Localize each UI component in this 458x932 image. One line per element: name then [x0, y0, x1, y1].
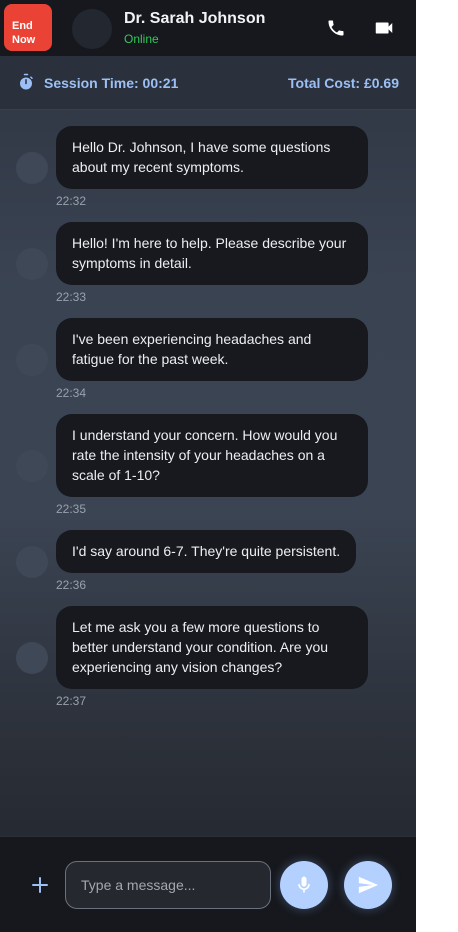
send-button[interactable] — [344, 861, 392, 909]
session-info-bar: Session Time: 00:21 Total Cost: £0.69 — [0, 56, 416, 110]
phone-call-button[interactable] — [322, 14, 350, 42]
video-call-button[interactable] — [370, 14, 398, 42]
message-timestamp: 22:32 — [56, 194, 87, 208]
chat-app: End Now Dr. Sarah Johnson Online Session … — [0, 0, 416, 932]
end-now-button[interactable]: End Now — [4, 4, 52, 51]
stopwatch-icon — [20, 73, 33, 90]
message-composer — [0, 836, 416, 932]
session-time: Session Time: 00:21 — [44, 75, 179, 91]
total-cost: Total Cost: £0.69 — [288, 75, 399, 91]
message-bubble: I'd say around 6-7. They're quite persis… — [56, 530, 357, 573]
message-bubble: Hello Dr. Johnson, I have some questions… — [56, 126, 368, 189]
message-timestamp: 22:36 — [56, 578, 87, 592]
message-timestamp: 22:33 — [56, 290, 87, 304]
message-bubble: I've been experiencing headaches and fat… — [56, 318, 368, 381]
message-avatar — [16, 152, 48, 184]
microphone-button[interactable] — [280, 861, 328, 909]
message-avatar — [16, 344, 48, 376]
message-timestamp: 22:35 — [56, 502, 87, 516]
phone-icon — [328, 20, 344, 36]
message-avatar — [16, 642, 48, 674]
video-camera-icon — [375, 22, 393, 34]
message-bubble: I understand your concern. How would you… — [56, 414, 368, 497]
message-bubble: Hello! I'm here to help. Please describe… — [56, 222, 368, 285]
message-input[interactable] — [65, 861, 271, 909]
message-avatar — [16, 450, 48, 482]
online-status: Online — [124, 32, 159, 46]
send-icon — [358, 876, 379, 894]
message-bubble: Let me ask you a few more questions to b… — [56, 606, 368, 689]
message-timestamp: 22:34 — [56, 386, 87, 400]
microphone-icon — [298, 876, 310, 893]
doctor-name: Dr. Sarah Johnson — [124, 10, 266, 27]
chat-header: End Now Dr. Sarah Johnson Online — [0, 0, 416, 56]
plus-icon — [32, 877, 48, 893]
attach-button[interactable] — [28, 873, 52, 897]
doctor-avatar — [72, 9, 112, 49]
message-avatar — [16, 248, 48, 280]
message-timestamp: 22:37 — [56, 694, 87, 708]
message-avatar — [16, 546, 48, 578]
